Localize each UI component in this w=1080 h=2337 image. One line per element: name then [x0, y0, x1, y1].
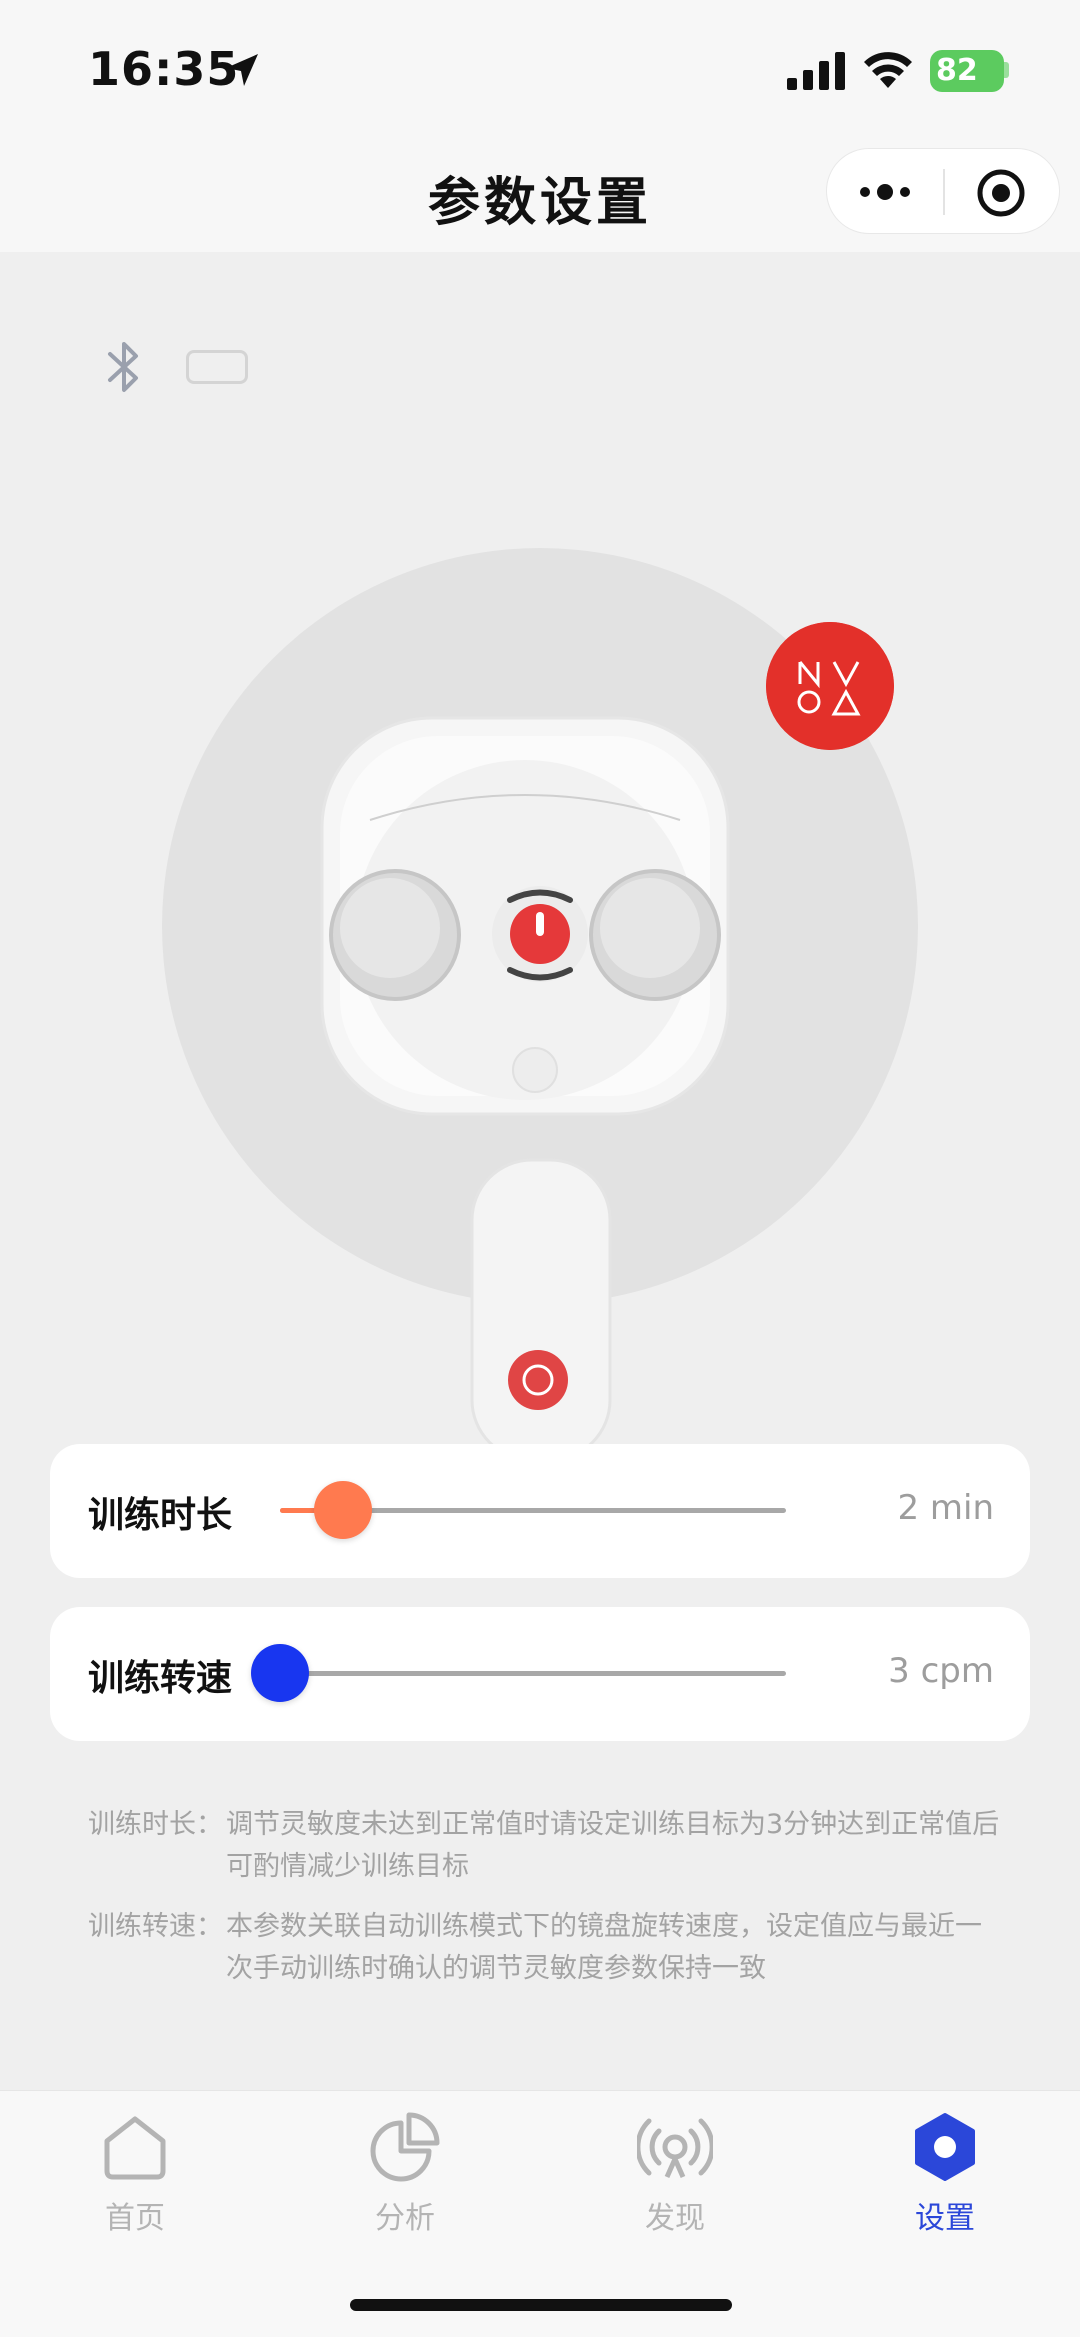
bluetooth-icon [108, 342, 138, 392]
tab-bar: 首页 分析 发现 设置 [0, 2090, 1080, 2337]
home-icon [104, 2116, 166, 2180]
wifi-icon [864, 52, 912, 88]
tab-discover[interactable]: 发现 [595, 2109, 755, 2237]
nova-logo-icon [766, 622, 894, 750]
more-dots-icon[interactable] [855, 173, 915, 211]
flipper-device-image [320, 716, 730, 1450]
settings-notes: 训练时长： 调节灵敏度未达到正常值时请设定训练目标为3分钟达到正常值后可酌情减少… [88, 1804, 1008, 2008]
tab-analysis[interactable]: 分析 [325, 2109, 485, 2237]
settings-hexagon-icon [915, 2113, 975, 2181]
tab-discover-label: 发现 [645, 2201, 705, 2236]
close-target-icon[interactable] [975, 167, 1027, 219]
speed-setting-card: 训练转速 3 cpm [50, 1607, 1030, 1741]
duration-slider-thumb[interactable] [314, 1481, 372, 1539]
duration-label: 训练时长 [88, 1495, 233, 1536]
speed-label: 训练转速 [88, 1658, 233, 1699]
nav-header: 参数设置 [0, 140, 1080, 252]
tab-settings-label: 设置 [915, 2201, 975, 2236]
note-key: 训练转速： [88, 1911, 223, 1942]
mini-program-capsule [826, 148, 1060, 234]
cellular-signal-icon [787, 52, 845, 90]
device-battery-icon [186, 350, 248, 384]
home-indicator[interactable] [350, 2299, 732, 2311]
note-text: 调节灵敏度未达到正常值时请设定训练目标为3分钟达到正常值后可酌情减少训练目标 [226, 1809, 1000, 1882]
battery-tip [1004, 62, 1009, 78]
speed-value: 3 cpm [888, 1651, 994, 1691]
status-time: 16:35 [88, 42, 240, 96]
speed-slider-thumb[interactable] [251, 1644, 309, 1702]
note-key: 训练时长： [88, 1809, 223, 1840]
note-text: 本参数关联自动训练模式下的镜盘旋转速度，设定值应与最近一次手动训练时确认的调节灵… [226, 1911, 982, 1984]
speed-slider[interactable] [251, 1644, 786, 1702]
battery-charging-icon: 82 [930, 50, 1004, 92]
duration-slider[interactable] [280, 1481, 786, 1539]
tab-home-label: 首页 [105, 2201, 165, 2236]
status-bar: 16:35 82 [0, 0, 1080, 140]
tab-analysis-label: 分析 [375, 2201, 435, 2236]
battery-level: 82 [936, 53, 978, 88]
tab-settings[interactable]: 设置 [865, 2109, 1025, 2237]
duration-setting-card: 训练时长 2 min [50, 1444, 1030, 1578]
capsule-divider [943, 169, 945, 215]
tab-home[interactable]: 首页 [55, 2109, 215, 2237]
note-duration: 训练时长： 调节灵敏度未达到正常值时请设定训练目标为3分钟达到正常值后可酌情减少… [88, 1804, 1008, 1888]
location-arrow-icon [226, 54, 258, 86]
broadcast-icon [637, 2118, 713, 2179]
duration-value: 2 min [897, 1488, 994, 1528]
note-speed: 训练转速： 本参数关联自动训练模式下的镜盘旋转速度，设定值应与最近一次手动训练时… [88, 1906, 1008, 1990]
pie-chart-icon [370, 2112, 440, 2182]
